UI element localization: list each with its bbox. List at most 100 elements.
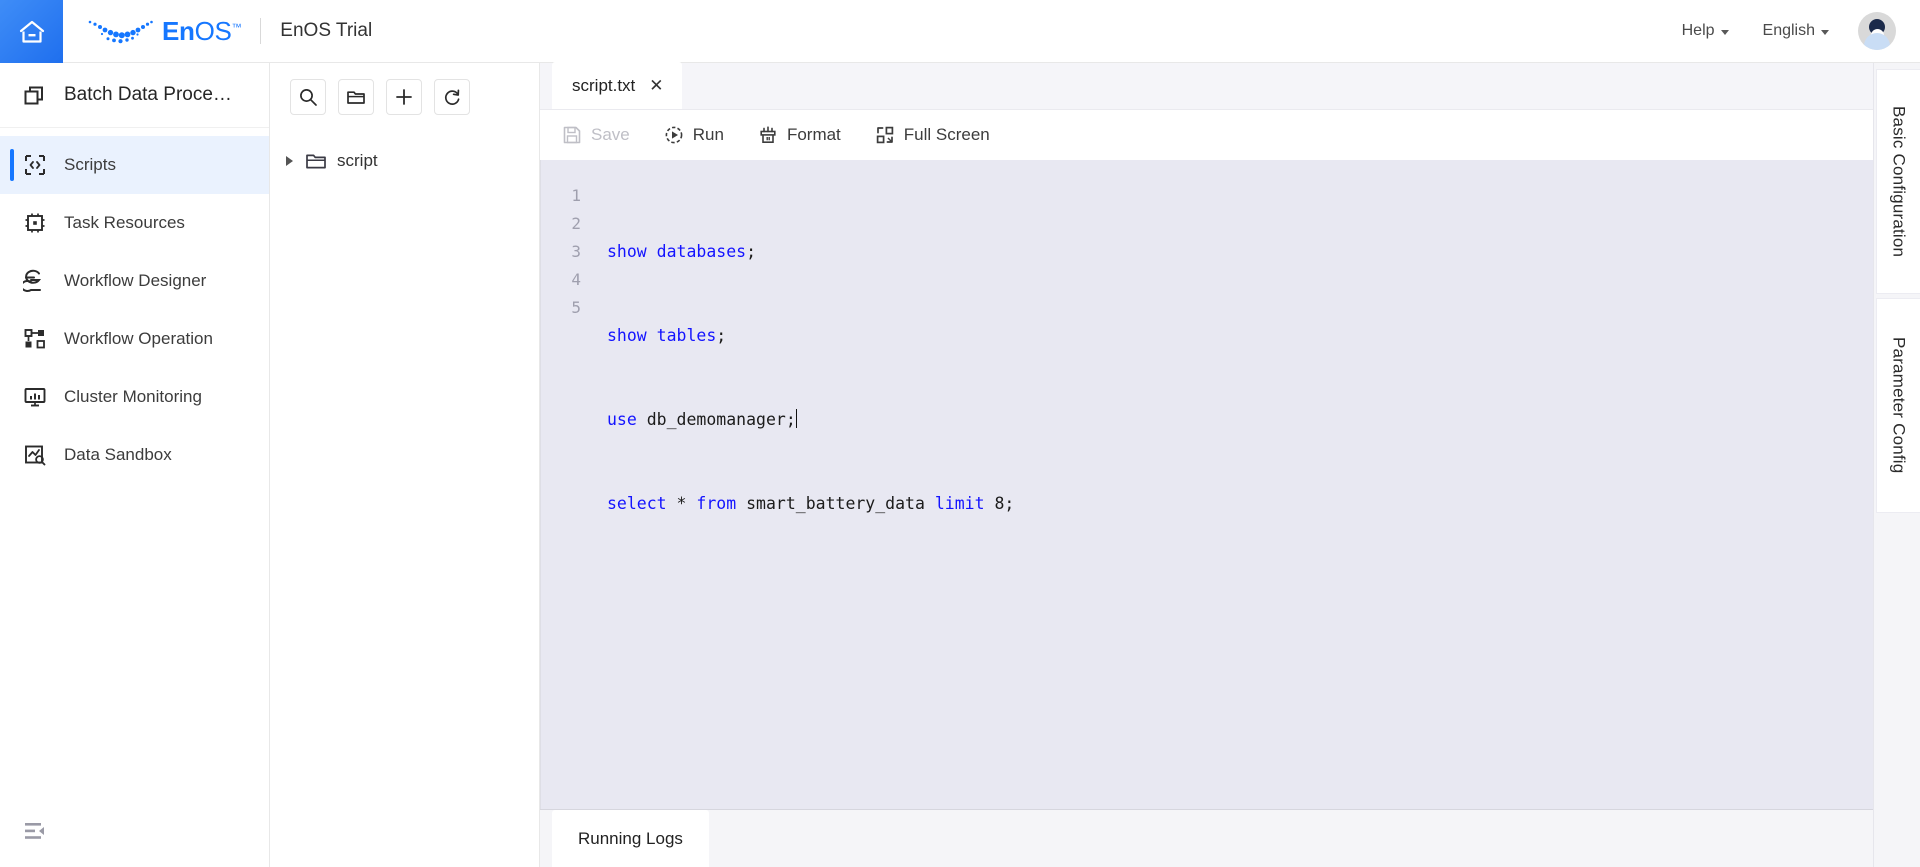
- fullscreen-icon: [876, 126, 894, 144]
- code-token: use: [607, 410, 637, 429]
- refresh-icon: [444, 89, 460, 105]
- code-token: db_demomanager;: [636, 410, 796, 429]
- code-token: show databases: [607, 242, 747, 261]
- code-token: select: [607, 494, 667, 513]
- running-logs-label: Running Logs: [578, 828, 683, 848]
- code-token: show tables: [607, 326, 717, 345]
- code-content[interactable]: show databases; show tables; use db_demo…: [593, 160, 1873, 809]
- logo-os: OS: [194, 16, 232, 46]
- menu-fold-icon[interactable]: [22, 818, 48, 844]
- header-divider: [260, 18, 262, 44]
- sidebar-item-cluster-monitoring[interactable]: Cluster Monitoring: [0, 368, 269, 426]
- format-brush-icon: [760, 126, 776, 143]
- app-root: EnOS™ EnOS Trial Help English Batch Data…: [0, 0, 1920, 867]
- plus-icon: [396, 89, 412, 105]
- monitor-chart-icon: [22, 384, 48, 410]
- code-token: ;: [746, 242, 757, 261]
- new-folder-button[interactable]: [338, 79, 374, 115]
- sandbox-search-icon: [22, 442, 48, 468]
- code-line: select * from smart_battery_data limit 8…: [607, 490, 1873, 518]
- parameter-config-label: Parameter Config: [1889, 337, 1909, 474]
- sidebar-title: Batch Data Proce…: [64, 84, 232, 105]
- save-label: Save: [591, 125, 630, 144]
- home-button[interactable]: [0, 0, 63, 63]
- sidebar-item-label: Workflow Designer: [64, 271, 207, 290]
- workflow-operation-icon: [22, 326, 48, 352]
- right-panel-rail: Basic Configuration Parameter Config: [1873, 63, 1920, 867]
- enos-swoosh-icon: [88, 20, 153, 44]
- sidebar-item-task-resources[interactable]: Task Resources: [0, 194, 269, 252]
- sidebar-menu: Scripts Task Resources Workflow Designer…: [0, 128, 269, 795]
- language-label: English: [1762, 22, 1815, 39]
- code-editor[interactable]: 1 2 3 4 5 show databases; show tables; u…: [540, 160, 1873, 809]
- tab-parameter-config[interactable]: Parameter Config: [1876, 298, 1920, 513]
- sidebar-item-scripts[interactable]: Scripts: [0, 136, 269, 194]
- code-token: *: [666, 494, 697, 513]
- file-panel-toolbar: [270, 63, 539, 131]
- run-label: Run: [692, 125, 724, 144]
- line-number: 4: [571, 270, 581, 289]
- tree-item-script[interactable]: script: [270, 141, 539, 181]
- header-spacer: [372, 0, 1664, 62]
- save-button[interactable]: Save: [562, 125, 648, 145]
- tab-running-logs[interactable]: Running Logs: [552, 810, 709, 867]
- editor-toolbar: Save Run Format Full Screen: [540, 110, 1873, 160]
- sidebar-item-label: Task Resources: [64, 213, 185, 232]
- chevron-down-icon: [1720, 29, 1729, 35]
- search-icon: [300, 89, 317, 106]
- sidebar-item-workflow-designer[interactable]: Workflow Designer: [0, 252, 269, 310]
- basic-configuration-label: Basic Configuration: [1889, 105, 1909, 258]
- main-body: Batch Data Proce… Scripts Task Resources…: [0, 62, 1920, 867]
- fullscreen-button[interactable]: Full Screen: [875, 125, 1008, 145]
- code-token: from: [696, 494, 737, 513]
- rail-filler: [1874, 513, 1920, 867]
- folder-icon: [305, 151, 327, 171]
- file-tree-panel: script: [270, 63, 540, 867]
- chevron-right-icon[interactable]: [286, 156, 293, 166]
- tab-basic-configuration[interactable]: Basic Configuration: [1876, 69, 1920, 294]
- code-line: [607, 574, 1873, 602]
- chip-icon: [22, 210, 48, 236]
- run-icon: [665, 126, 683, 144]
- sidebar-item-workflow-operation[interactable]: Workflow Operation: [0, 310, 269, 368]
- code-token: ;: [716, 326, 727, 345]
- code-line: show databases;: [607, 238, 1873, 266]
- code-token: smart_battery_data: [736, 494, 935, 513]
- sidebar-item-data-sandbox[interactable]: Data Sandbox: [0, 426, 269, 484]
- code-token: limit: [934, 494, 985, 513]
- search-button[interactable]: [290, 79, 326, 115]
- sidebar-item-label: Cluster Monitoring: [64, 387, 202, 406]
- language-menu[interactable]: English: [1746, 22, 1846, 40]
- left-sidebar: Batch Data Proce… Scripts Task Resources…: [0, 63, 270, 867]
- line-number: 3: [571, 242, 581, 261]
- copy-stack-icon: [22, 82, 48, 108]
- line-number: 1: [571, 186, 581, 205]
- enos-logo: EnOS™: [86, 16, 242, 46]
- editor-tabstrip: script.txt ✕: [540, 62, 1873, 110]
- save-icon: [563, 126, 581, 144]
- code-brackets-icon: [22, 152, 48, 178]
- home-icon: [19, 20, 44, 43]
- tab-label: script.txt: [572, 75, 636, 95]
- refresh-button[interactable]: [434, 79, 470, 115]
- close-icon[interactable]: ✕: [649, 77, 663, 94]
- text-cursor: [795, 409, 797, 428]
- fullscreen-label: Full Screen: [903, 125, 990, 144]
- avatar[interactable]: [1858, 12, 1896, 50]
- enos-wordmark: EnOS™: [162, 16, 242, 46]
- line-number-gutter: 1 2 3 4 5: [541, 160, 593, 809]
- help-menu[interactable]: Help: [1665, 22, 1746, 40]
- logo-tm: ™: [231, 22, 242, 34]
- run-button[interactable]: Run: [664, 125, 742, 145]
- code-line: show tables;: [607, 322, 1873, 350]
- line-number: 5: [571, 298, 581, 317]
- sidebar-item-label: Workflow Operation: [64, 329, 213, 348]
- tab-script-txt[interactable]: script.txt ✕: [552, 62, 682, 109]
- code-token: 8;: [984, 494, 1015, 513]
- format-button[interactable]: Format: [758, 125, 859, 145]
- add-button[interactable]: [386, 79, 422, 115]
- help-label: Help: [1681, 22, 1715, 39]
- logo-en: En: [162, 16, 195, 46]
- format-label: Format: [786, 125, 841, 144]
